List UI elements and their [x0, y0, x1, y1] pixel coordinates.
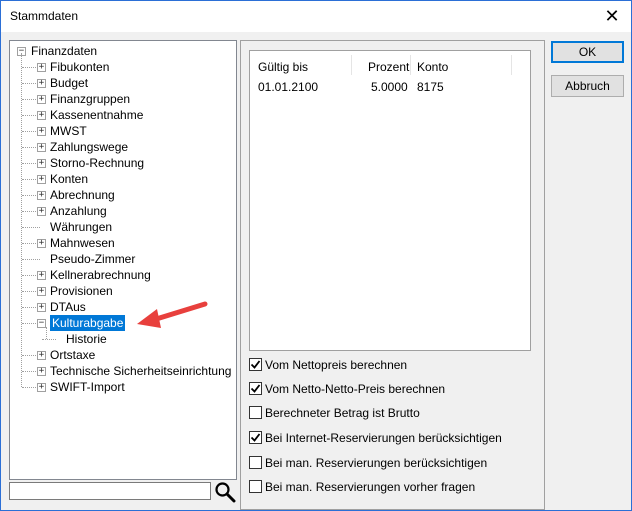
tree-node-label: Konten [50, 172, 89, 186]
rates-table[interactable]: Gültig bis Prozent Konto 01.01.2100 5.00… [249, 50, 531, 351]
tree-node-label: Storno-Rechnung [50, 156, 145, 170]
cancel-button[interactable]: Abbruch [551, 75, 624, 97]
option-label: Bei man. Reservierungen vorher fragen [265, 480, 476, 494]
tree-guide-line [21, 53, 22, 387]
checkbox-unchecked-icon[interactable] [249, 406, 262, 420]
expand-icon[interactable]: + [37, 127, 46, 136]
expand-icon[interactable]: + [37, 383, 46, 392]
option-checkbox[interactable]: Bei man. Reservierungen berücksichtigen [249, 456, 487, 472]
option-checkbox[interactable]: Berechneter Betrag ist Brutto [249, 406, 420, 422]
column-divider [410, 55, 411, 75]
column-header-prozent[interactable]: Prozent [368, 58, 409, 76]
tree-node-label: SWIFT-Import [50, 380, 125, 394]
window-title: Stammdaten [10, 9, 79, 23]
stammdaten-dialog: Stammdaten ✕ − Finanzdaten + Fibukonten + B… [0, 0, 632, 511]
tree-node-label: Provisionen [50, 284, 113, 298]
tree-node-label: Anzahlung [50, 204, 107, 218]
option-label: Berechneter Betrag ist Brutto [265, 406, 420, 420]
expand-icon[interactable]: + [37, 271, 46, 280]
tree-node-label: Budget [50, 76, 89, 90]
ok-button[interactable]: OK [551, 41, 624, 63]
tree-node-label: Abrechnung [50, 188, 115, 202]
tree-node-label: MWST [50, 124, 87, 138]
expand-icon[interactable]: + [37, 175, 46, 184]
column-header-gueltig-bis[interactable]: Gültig bis [258, 58, 308, 76]
checkbox-checked-icon[interactable] [249, 431, 262, 445]
tree-node-label: Historie [66, 332, 107, 346]
collapse-icon[interactable]: − [37, 319, 46, 328]
expand-icon[interactable]: + [37, 351, 46, 360]
tree-node-label: Pseudo-Zimmer [50, 252, 136, 266]
tree-guide-line [22, 259, 40, 260]
tree-node-label: Währungen [50, 220, 113, 234]
tree-guide-line [46, 327, 47, 339]
option-checkbox[interactable]: Bei Internet-Reservierungen berücksichti… [249, 431, 502, 447]
expand-icon[interactable]: + [37, 159, 46, 168]
tree-node-label: Fibukonten [50, 60, 110, 74]
column-header-konto[interactable]: Konto [417, 58, 448, 76]
checkbox-checked-icon[interactable] [249, 382, 262, 396]
column-divider [351, 55, 352, 75]
tree-root-label: Finanzdaten [31, 44, 98, 58]
option-checkbox[interactable]: Vom Netto-Netto-Preis berechnen [249, 382, 445, 398]
tree-node-label: Kassenentnahme [50, 108, 144, 122]
tree-node-label: Finanzgruppen [50, 92, 131, 106]
annotation-arrow-icon [137, 301, 208, 328]
column-divider [511, 55, 512, 75]
expand-icon[interactable]: + [37, 287, 46, 296]
option-label: Vom Nettopreis berechnen [265, 358, 408, 372]
expand-icon[interactable]: + [37, 63, 46, 72]
title-bar: Stammdaten ✕ [1, 1, 631, 32]
tree-node-label: DTAus [50, 300, 86, 314]
table-cell[interactable]: 01.01.2100 [258, 79, 318, 95]
expand-icon[interactable]: + [37, 95, 46, 104]
expand-icon[interactable]: + [37, 207, 46, 216]
table-cell[interactable]: 8175 [417, 79, 444, 95]
checkbox-checked-icon[interactable] [249, 358, 262, 372]
tree-node-label: Ortstaxe [50, 348, 96, 362]
tree-guide-line [42, 339, 56, 340]
checkbox-unchecked-icon[interactable] [249, 456, 262, 470]
option-label: Vom Netto-Netto-Preis berechnen [265, 382, 446, 396]
expand-icon[interactable]: + [37, 303, 46, 312]
option-label: Bei man. Reservierungen berücksichtigen [265, 456, 488, 470]
tree-node-label: Technische Sicherheitseinrichtung [50, 364, 232, 378]
tree-node-label: Zahlungswege [50, 140, 129, 154]
tree-node-label: Kellnerabrechnung [50, 268, 151, 282]
tree-node-label: Mahnwesen [50, 236, 115, 250]
checkbox-unchecked-icon[interactable] [249, 480, 262, 494]
expand-icon[interactable]: + [37, 111, 46, 120]
search-input[interactable] [9, 482, 211, 500]
expand-icon[interactable]: + [37, 191, 46, 200]
table-cell[interactable]: 5.0000 [371, 79, 408, 95]
expand-icon[interactable]: + [37, 143, 46, 152]
expand-icon[interactable]: + [37, 79, 46, 88]
expand-icon[interactable]: + [37, 367, 46, 376]
option-checkbox[interactable]: Bei man. Reservierungen vorher fragen [249, 480, 475, 496]
search-icon[interactable] [214, 481, 236, 503]
tree-guide-line [22, 227, 40, 228]
option-checkbox[interactable]: Vom Nettopreis berechnen [249, 358, 407, 374]
close-icon[interactable]: ✕ [596, 4, 628, 28]
expand-icon[interactable]: + [37, 239, 46, 248]
option-label: Bei Internet-Reservierungen berücksichti… [265, 431, 502, 445]
tree-node-label: Kulturabgabe [50, 315, 126, 331]
tree-view[interactable]: − Finanzdaten + Fibukonten + Budget + Finanzg… [9, 40, 237, 480]
